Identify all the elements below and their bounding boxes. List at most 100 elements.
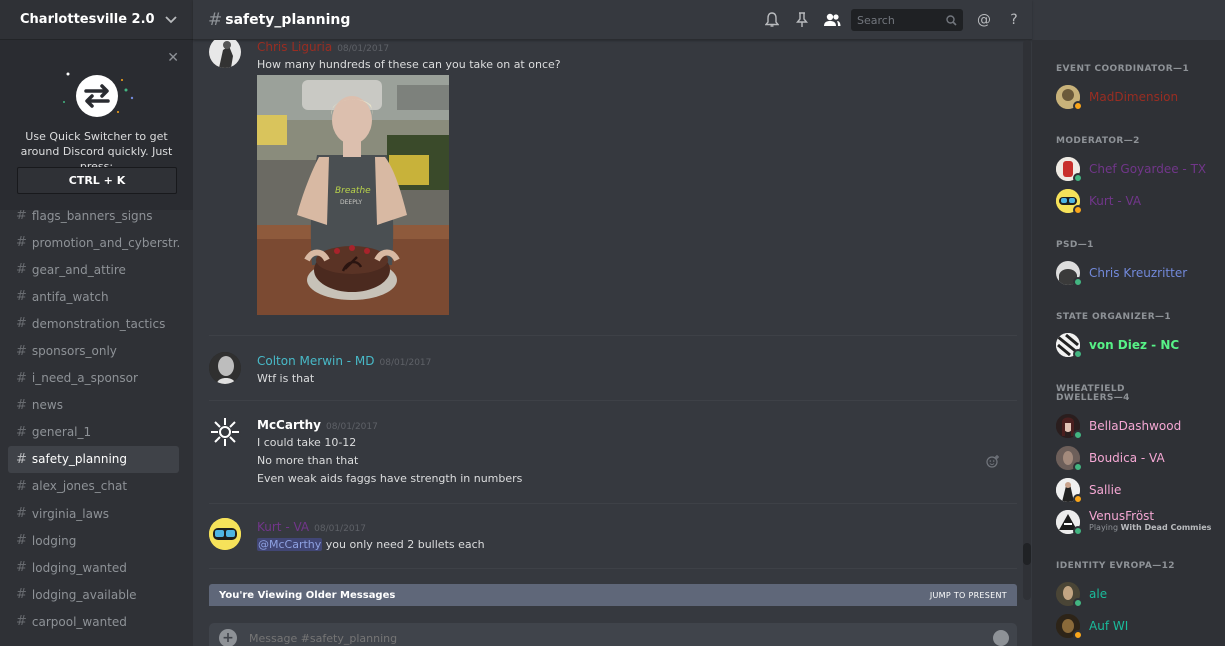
add-reaction-icon[interactable]	[986, 454, 1000, 468]
status-online	[1073, 462, 1083, 472]
channel-i-need-a-sponsor[interactable]: # i_need_a_sponsor	[8, 365, 179, 392]
quick-switcher-icon	[63, 72, 134, 117]
quick-switcher-popup: ✕ Use Quick Switcher to get around Disco…	[0, 40, 193, 210]
close-icon[interactable]: ✕	[167, 50, 179, 66]
role-header: EVENT COORDINATOR—1	[1056, 64, 1190, 74]
member-item[interactable]: Sallie	[1056, 477, 1225, 504]
channel-lodging-wanted[interactable]: # lodging_wanted	[8, 554, 179, 581]
avatar	[1056, 189, 1083, 215]
member-item[interactable]: Auf WI	[1056, 613, 1225, 640]
member-item[interactable]: ale	[1056, 581, 1225, 608]
help-icon[interactable]: ?	[1004, 10, 1024, 30]
channel-lodging-available[interactable]: # lodging_available	[8, 581, 179, 608]
channel-sponsors-only[interactable]: # sponsors_only	[8, 337, 179, 364]
member-name: Sallie	[1089, 483, 1122, 497]
hash-icon: #	[16, 289, 27, 305]
mention-icon[interactable]: @	[974, 10, 994, 30]
avatar	[1056, 157, 1083, 183]
member-item[interactable]: BellaDashwood	[1056, 413, 1225, 440]
channel-carpool-wanted[interactable]: # carpool_wanted	[8, 608, 179, 635]
role-header: IDENTITY EVROPA—12	[1056, 561, 1175, 571]
upload-plus-icon[interactable]: +	[219, 629, 237, 646]
hash-icon: #	[16, 533, 27, 549]
message-input[interactable]	[249, 631, 949, 645]
member-name: BellaDashwood	[1089, 419, 1182, 433]
author-name[interactable]: Kurt - VA	[257, 520, 309, 534]
message-text: How many hundreds of these can you take …	[257, 58, 561, 71]
search-icon	[946, 14, 957, 26]
status-online	[1073, 173, 1083, 183]
avatar	[1056, 446, 1083, 472]
scrollbar-thumb[interactable]	[1023, 543, 1031, 565]
status-idle	[1073, 101, 1083, 111]
channel-alex-jones-chat[interactable]: # alex_jones_chat	[8, 473, 179, 500]
server-header[interactable]: Charlottesville 2.0	[0, 0, 193, 40]
member-list: EVENT COORDINATOR—1 MadDimension MODERAT…	[1032, 40, 1225, 646]
member-item[interactable]: MadDimension	[1056, 84, 1225, 111]
hash-icon: #	[16, 451, 27, 467]
hash-icon: #	[208, 9, 223, 30]
timestamp: 08/01/2017	[379, 358, 432, 368]
message-text: Wtf is that	[257, 372, 315, 385]
author-name[interactable]: McCarthy	[257, 418, 321, 432]
member-name: ale	[1089, 587, 1108, 601]
member-list-icon[interactable]	[822, 10, 842, 30]
channel-lodging[interactable]: # lodging	[8, 527, 179, 554]
emoji-icon[interactable]	[993, 630, 1009, 646]
channel-news[interactable]: # news	[8, 392, 179, 419]
member-item[interactable]: Chris Kreuzritter	[1056, 260, 1225, 287]
avatar[interactable]	[209, 40, 241, 68]
channel-general-1[interactable]: # general_1	[8, 419, 179, 446]
message-divider	[209, 335, 1017, 336]
message-header: Colton Merwin - MD 08/01/2017	[257, 354, 431, 368]
avatar[interactable]	[209, 518, 241, 550]
status-online	[1073, 430, 1083, 440]
channel-virginia-laws[interactable]: # virginia_laws	[8, 500, 179, 527]
member-item[interactable]: Chef Goyardee - TX	[1056, 156, 1225, 183]
channel-gear-and-attire[interactable]: # gear_and_attire	[8, 256, 179, 283]
channel-safety-planning[interactable]: # safety_planning	[8, 445, 179, 473]
message-text: Even weak aids faggs have strength in nu…	[257, 472, 523, 485]
svg-text:DEEPLY: DEEPLY	[340, 199, 362, 206]
member-name: Auf WI	[1089, 619, 1129, 633]
user-mention[interactable]: @McCarthy	[257, 538, 323, 551]
search-input[interactable]: Search	[851, 9, 963, 31]
member-name: Boudica - VA	[1089, 451, 1165, 465]
message-divider	[209, 400, 1017, 401]
channel-sidebar: Charlottesville 2.0 # flags_banners_signs…	[0, 0, 193, 646]
pin-icon[interactable]	[792, 10, 812, 30]
message-header: Kurt - VA 08/01/2017	[257, 520, 366, 534]
member-name: von Diez - NC	[1089, 338, 1180, 352]
status-idle	[1073, 630, 1083, 640]
jump-to-present-button[interactable]: JUMP TO PRESENT	[930, 591, 1007, 600]
message-divider	[209, 568, 1017, 569]
channel-antifa-watch[interactable]: # antifa_watch	[8, 283, 179, 310]
avatar	[1056, 414, 1083, 440]
hash-icon: #	[16, 343, 27, 359]
role-header: PSD—1	[1056, 240, 1094, 250]
timestamp: 08/01/2017	[325, 422, 378, 432]
role-header: WHEATFIELD DWELLERS—4	[1056, 384, 1130, 403]
channel-promotion[interactable]: # promotion_and_cyberstr...	[8, 229, 179, 256]
avatar[interactable]	[209, 416, 241, 448]
hash-icon: #	[16, 397, 27, 413]
scrollbar-track[interactable]	[1023, 40, 1031, 600]
member-item[interactable]: von Diez - NC	[1056, 332, 1225, 359]
timestamp: 08/01/2017	[314, 524, 366, 534]
member-activity: Playing With Dead Commies	[1089, 523, 1212, 532]
author-name[interactable]: Chris Liguria	[257, 40, 332, 54]
search-placeholder: Search	[857, 13, 895, 27]
member-item[interactable]: VenusFröst Playing With Dead Commies	[1056, 509, 1225, 536]
attached-photo[interactable]: Breathe DEEPLY	[257, 75, 449, 315]
message-list: Chris Liguria 08/01/2017 How many hundre…	[209, 40, 1017, 584]
author-name[interactable]: Colton Merwin - MD	[257, 354, 375, 368]
bell-icon[interactable]	[762, 10, 782, 30]
status-online	[1073, 598, 1083, 608]
svg-text:Breathe: Breathe	[335, 186, 371, 196]
avatar[interactable]	[209, 352, 241, 384]
message-text: No more than that	[257, 454, 359, 467]
member-item[interactable]: Kurt - VA	[1056, 188, 1225, 215]
channel-demonstration-tactics[interactable]: # demonstration_tactics	[8, 310, 179, 337]
message-text: I could take 10-12	[257, 436, 357, 449]
member-item[interactable]: Boudica - VA	[1056, 445, 1225, 472]
